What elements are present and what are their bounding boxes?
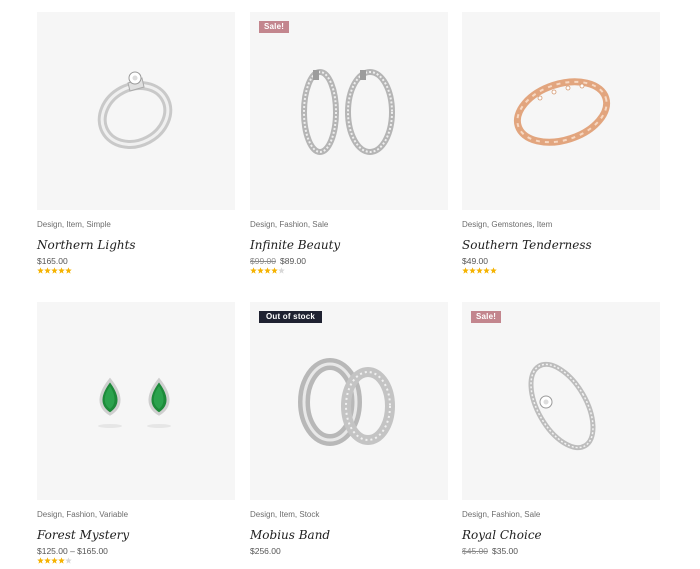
category-link[interactable]: Design bbox=[37, 510, 62, 519]
star-filled-icon bbox=[37, 557, 44, 564]
product-image[interactable]: Sale! bbox=[250, 12, 448, 210]
category-link[interactable]: Variable bbox=[99, 510, 128, 519]
current-price: $256.00 bbox=[250, 546, 281, 556]
category-link[interactable]: Sale bbox=[524, 510, 540, 519]
category-link[interactable]: Stock bbox=[299, 510, 319, 519]
product-title[interactable]: Infinite Beauty bbox=[250, 237, 448, 253]
product-price: $45.00 $35.00 bbox=[462, 545, 660, 557]
star-empty-icon bbox=[65, 557, 72, 564]
sale-badge: Sale! bbox=[471, 311, 502, 323]
ring-image bbox=[97, 71, 173, 149]
star-filled-icon bbox=[44, 557, 51, 564]
category-link[interactable]: Design bbox=[462, 510, 487, 519]
product-image[interactable]: Sale! bbox=[462, 302, 660, 500]
product-title[interactable]: Mobius Band bbox=[250, 527, 448, 543]
star-filled-icon bbox=[65, 267, 72, 274]
product-card: Out of stock Design, Item, Stock Mobius … bbox=[250, 302, 448, 567]
star-rating bbox=[250, 267, 448, 277]
star-filled-icon bbox=[490, 267, 497, 274]
star-filled-icon bbox=[51, 557, 58, 564]
product-categories: Design, Fashion, Sale bbox=[250, 220, 329, 229]
category-link[interactable]: Item bbox=[537, 220, 553, 229]
category-link[interactable]: Design bbox=[250, 220, 275, 229]
product-card: Sale! Design, Fashion, Sale Royal Choice… bbox=[462, 302, 660, 567]
product-categories: Design, Fashion, Sale bbox=[462, 510, 541, 519]
star-filled-icon bbox=[51, 267, 58, 274]
star-rating bbox=[462, 267, 660, 277]
category-link[interactable]: Design bbox=[250, 510, 275, 519]
sale-badge: Sale! bbox=[259, 21, 290, 33]
category-link[interactable]: Design bbox=[37, 220, 62, 229]
category-link[interactable]: Design bbox=[462, 220, 487, 229]
star-filled-icon bbox=[37, 267, 44, 274]
star-rating bbox=[250, 557, 448, 567]
star-filled-icon bbox=[264, 267, 271, 274]
current-price: $165.00 bbox=[37, 256, 68, 266]
product-card: Sale! Design, Fashion, Sale Infinite Bea… bbox=[250, 12, 448, 277]
emerald-earrings-image bbox=[98, 377, 171, 428]
wedding-bands-image bbox=[298, 358, 395, 446]
product-price: $125.00 – $165.00 bbox=[37, 545, 235, 557]
engagement-ring-image bbox=[528, 361, 596, 451]
category-link[interactable]: Fashion bbox=[491, 510, 519, 519]
product-price: $99.00 $89.00 bbox=[250, 255, 448, 267]
star-filled-icon bbox=[476, 267, 483, 274]
product-image[interactable] bbox=[37, 12, 235, 210]
product-image[interactable] bbox=[37, 302, 235, 500]
star-filled-icon bbox=[469, 267, 476, 274]
category-link[interactable]: Simple bbox=[86, 220, 110, 229]
star-filled-icon bbox=[483, 267, 490, 274]
product-card: Design, Fashion, Variable Forest Mystery… bbox=[37, 302, 235, 567]
star-filled-icon bbox=[271, 267, 278, 274]
category-link[interactable]: Fashion bbox=[66, 510, 94, 519]
star-filled-icon bbox=[58, 267, 65, 274]
category-link[interactable]: Gemstones bbox=[491, 220, 532, 229]
category-link[interactable]: Item bbox=[66, 220, 82, 229]
rose-gold-ring-image bbox=[513, 78, 611, 146]
product-title[interactable]: Forest Mystery bbox=[37, 527, 235, 543]
current-price: $49.00 bbox=[462, 256, 488, 266]
old-price: $99.00 bbox=[250, 256, 276, 266]
product-card: Design, Gemstones, Item Southern Tendern… bbox=[462, 12, 660, 277]
hoop-earrings-image bbox=[301, 69, 395, 155]
product-image[interactable] bbox=[462, 12, 660, 210]
product-card: Design, Item, Simple Northern Lights $16… bbox=[37, 12, 235, 277]
category-link[interactable]: Sale bbox=[312, 220, 328, 229]
current-price: $125.00 – $165.00 bbox=[37, 546, 108, 556]
product-categories: Design, Item, Simple bbox=[37, 220, 111, 229]
category-link[interactable]: Fashion bbox=[279, 220, 307, 229]
product-price: $256.00 bbox=[250, 545, 448, 557]
star-rating bbox=[37, 557, 235, 567]
star-filled-icon bbox=[257, 267, 264, 274]
star-filled-icon bbox=[58, 557, 65, 564]
product-title[interactable]: Royal Choice bbox=[462, 527, 660, 543]
current-price: $35.00 bbox=[492, 546, 518, 556]
star-rating bbox=[462, 557, 660, 567]
product-image[interactable]: Out of stock bbox=[250, 302, 448, 500]
category-link[interactable]: Item bbox=[279, 510, 295, 519]
product-categories: Design, Gemstones, Item bbox=[462, 220, 553, 229]
star-rating bbox=[37, 267, 235, 277]
star-filled-icon bbox=[250, 267, 257, 274]
product-categories: Design, Item, Stock bbox=[250, 510, 320, 519]
star-empty-icon bbox=[278, 267, 285, 274]
product-title[interactable]: Southern Tenderness bbox=[462, 237, 660, 253]
product-price: $49.00 bbox=[462, 255, 660, 267]
product-title[interactable]: Northern Lights bbox=[37, 237, 235, 253]
out-of-stock-badge: Out of stock bbox=[259, 311, 323, 323]
product-categories: Design, Fashion, Variable bbox=[37, 510, 129, 519]
old-price: $45.00 bbox=[462, 546, 488, 556]
star-filled-icon bbox=[44, 267, 51, 274]
product-price: $165.00 bbox=[37, 255, 235, 267]
star-filled-icon bbox=[462, 267, 469, 274]
current-price: $89.00 bbox=[280, 256, 306, 266]
